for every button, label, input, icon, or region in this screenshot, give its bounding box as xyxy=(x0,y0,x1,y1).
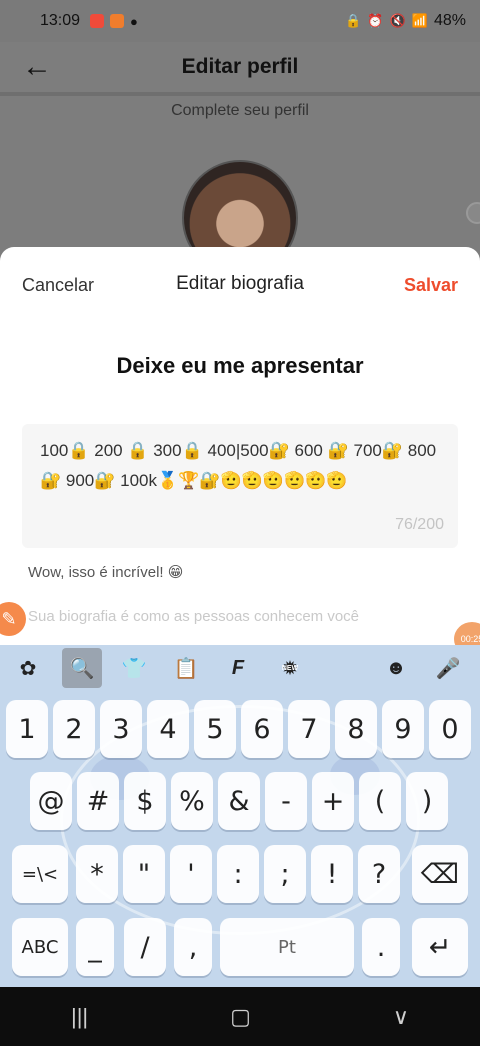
space-key[interactable]: Pt xyxy=(220,918,354,976)
divider xyxy=(0,92,480,96)
key-period[interactable]: . xyxy=(362,918,400,976)
notification-icon xyxy=(90,14,105,28)
camera-notification-icon xyxy=(110,14,125,28)
chat-icon: ● xyxy=(130,13,138,29)
key-exclamation[interactable]: ! xyxy=(311,845,353,903)
key-close-paren[interactable]: ) xyxy=(406,772,448,830)
key-single-quote[interactable]: ' xyxy=(170,845,212,903)
helper-text: Wow, isso é incrível! 😁 xyxy=(28,564,184,581)
brush-float-icon[interactable]: ✎ xyxy=(0,602,26,636)
key-colon[interactable]: : xyxy=(217,845,259,903)
home-icon[interactable]: ▢ xyxy=(230,1004,251,1030)
side-handle xyxy=(466,202,480,224)
key-5[interactable]: 5 xyxy=(194,700,236,758)
key-1[interactable]: 1 xyxy=(6,700,48,758)
keyboard-row-symbols-2: =\< * " ' : ; ! ? ⌫ xyxy=(0,845,480,905)
back-chevron-icon[interactable]: ∨ xyxy=(393,1004,409,1030)
key-6[interactable]: 6 xyxy=(241,700,283,758)
clipboard-icon[interactable]: 📋 xyxy=(166,648,206,688)
key-asterisk[interactable]: * xyxy=(76,845,118,903)
status-bar: 13:09 ● 🔒 ⏰ 🔇 📶 48% xyxy=(0,0,480,42)
key-ampersand[interactable]: & xyxy=(218,772,260,830)
back-arrow-icon[interactable]: ← xyxy=(22,50,52,84)
key-slash[interactable]: / xyxy=(124,918,166,976)
key-plus[interactable]: + xyxy=(312,772,354,830)
apps-icon[interactable]: ✿ xyxy=(8,648,48,688)
page-header: ← Editar perfil xyxy=(0,42,480,92)
key-semicolon[interactable]: ; xyxy=(264,845,306,903)
lock-icon: 🔒 xyxy=(345,13,362,28)
key-double-quote[interactable]: " xyxy=(123,845,165,903)
edit-bio-sheet: Cancelar Editar biografia Salvar Deixe e… xyxy=(0,247,480,656)
enter-icon: ↵ xyxy=(428,931,452,963)
key-0[interactable]: 0 xyxy=(429,700,471,758)
emoji-icon[interactable]: ☻ xyxy=(376,648,416,688)
bio-text-value[interactable]: 100🔒 200 🔒 300🔒 400|500🔐 600 🔐 700🔐 800🔐… xyxy=(40,436,440,496)
key-question[interactable]: ? xyxy=(358,845,400,903)
key-minus[interactable]: - xyxy=(265,772,307,830)
new-badge-icon[interactable]: ✹ NEW xyxy=(270,648,310,688)
key-open-paren[interactable]: ( xyxy=(359,772,401,830)
key-more-symbols[interactable]: =\< xyxy=(12,845,68,903)
font-icon[interactable]: F xyxy=(218,648,258,688)
key-3[interactable]: 3 xyxy=(100,700,142,758)
key-7[interactable]: 7 xyxy=(288,700,330,758)
battery-level: 48% xyxy=(433,12,466,29)
key-underscore[interactable]: _ xyxy=(76,918,114,976)
keyboard-row-numbers: 1 2 3 4 5 6 7 8 9 0 xyxy=(0,700,480,760)
key-at[interactable]: @ xyxy=(30,772,72,830)
backspace-icon: ⌫ xyxy=(420,858,460,890)
search-icon[interactable]: 🔍 xyxy=(62,648,102,688)
keyboard-row-bottom: ABC _ / , Pt . ↵ xyxy=(0,918,480,978)
character-counter: 76/200 xyxy=(395,516,444,533)
mic-icon[interactable]: 🎤 xyxy=(428,648,468,688)
enter-key[interactable]: ↵ xyxy=(412,918,468,976)
keyboard-row-symbols-1: @ # $ % & - + ( ) xyxy=(0,772,480,832)
abc-key[interactable]: ABC xyxy=(12,918,68,976)
alarm-icon: ⏰ xyxy=(367,13,384,28)
recent-apps-icon[interactable]: ||| xyxy=(71,1004,88,1030)
wifi-icon: 📶 xyxy=(411,13,428,28)
bio-hint: Sua biografia é como as pessoas conhecem… xyxy=(28,608,360,625)
key-percent[interactable]: % xyxy=(171,772,213,830)
section-heading: Deixe eu me apresentar xyxy=(116,353,364,378)
bio-textarea[interactable]: 100🔒 200 🔒 300🔒 400|500🔐 600 🔐 700🔐 800🔐… xyxy=(22,424,458,548)
keyboard-toolbar: ✿ 🔍 👕 📋 F ✹ NEW ☻ 🎤 xyxy=(0,645,480,691)
system-navigation-bar: ||| ▢ ∨ xyxy=(0,987,480,1046)
key-4[interactable]: 4 xyxy=(147,700,189,758)
key-hash[interactable]: # xyxy=(77,772,119,830)
backspace-key[interactable]: ⌫ xyxy=(412,845,468,903)
key-9[interactable]: 9 xyxy=(382,700,424,758)
sheet-header: Cancelar Editar biografia Salvar xyxy=(0,247,480,323)
cancel-button[interactable]: Cancelar xyxy=(22,275,94,296)
key-comma[interactable]: , xyxy=(174,918,212,976)
save-button[interactable]: Salvar xyxy=(404,275,458,296)
key-2[interactable]: 2 xyxy=(53,700,95,758)
page-subtitle: Complete seu perfil xyxy=(171,102,309,119)
key-dollar[interactable]: $ xyxy=(124,772,166,830)
tshirt-icon[interactable]: 👕 xyxy=(114,648,154,688)
page-title: Editar perfil xyxy=(181,55,299,78)
mute-icon: 🔇 xyxy=(389,13,406,28)
clock: 13:09 xyxy=(40,12,81,29)
key-8[interactable]: 8 xyxy=(335,700,377,758)
keyboard: ✿ 🔍 👕 📋 F ✹ NEW ☻ 🎤 1 2 3 4 5 6 7 8 9 0 @… xyxy=(0,645,480,987)
